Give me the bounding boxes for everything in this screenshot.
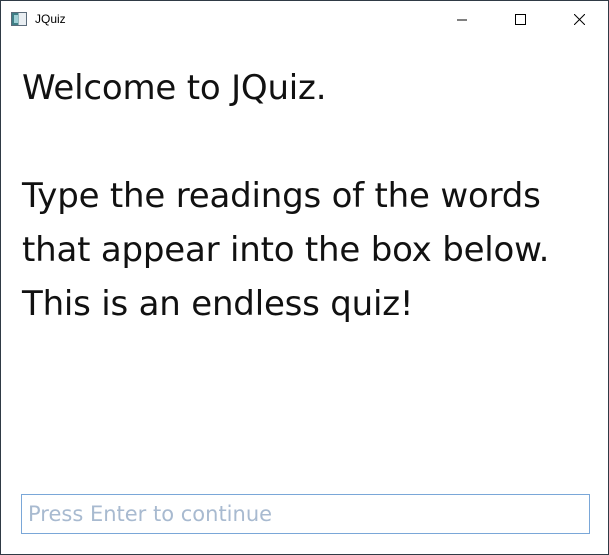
minimize-button[interactable] [433, 1, 491, 38]
instruction-line: Type the readings of the words [22, 176, 541, 216]
minimize-icon [457, 15, 467, 25]
instructions-panel: Welcome to JQuiz. Type the readings of t… [22, 61, 592, 331]
window-title: JQuiz [35, 12, 66, 26]
jquiz-window: JQuiz Welcome to JQuiz. Type the reading… [0, 0, 609, 555]
app-window-icon [11, 12, 27, 26]
maximize-button[interactable] [491, 1, 549, 38]
maximize-icon [514, 14, 526, 25]
instruction-line: that appear into the box below. [22, 230, 550, 270]
answer-input[interactable] [21, 494, 590, 534]
instruction-line: This is an endless quiz! [22, 284, 414, 324]
welcome-text: Welcome to JQuiz. [22, 68, 327, 108]
close-button[interactable] [550, 1, 608, 38]
title-bar[interactable]: JQuiz [1, 1, 608, 38]
close-icon [573, 14, 585, 25]
